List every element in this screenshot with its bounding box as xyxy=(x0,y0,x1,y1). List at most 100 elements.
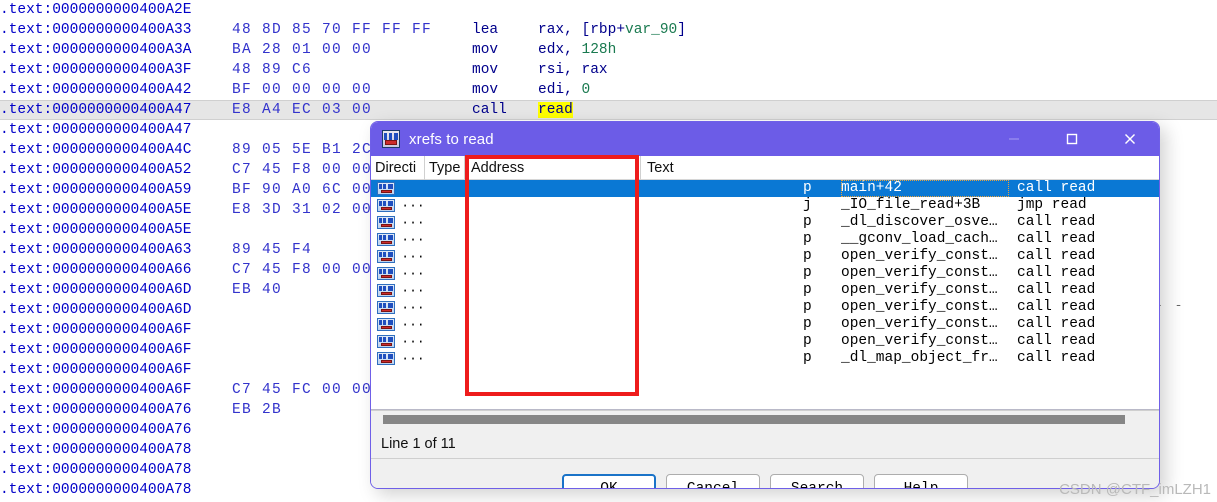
table-row[interactable]: ··· p _dl_discover_osve… call read xyxy=(371,214,1159,231)
disasm-bytes: BF 90 A0 6C 00 xyxy=(232,182,373,198)
disasm-bytes: E8 A4 EC 03 00 xyxy=(232,102,373,118)
cell-type: p xyxy=(803,282,812,298)
disassembly-line[interactable]: .text:0000000000400A47 E8 A4 EC 03 00 call… xyxy=(0,100,1217,120)
cell-type: p xyxy=(803,299,812,315)
disasm-bytes: E8 3D 31 02 00 xyxy=(232,202,373,218)
column-header-address[interactable]: Address xyxy=(467,156,641,180)
disasm-address: .text:0000000000400A63 xyxy=(0,242,192,258)
table-row[interactable]: ··· p open_verify_const… call read xyxy=(371,282,1159,299)
xref-row-icon xyxy=(377,250,395,263)
disasm-mnemonic: lea xyxy=(472,22,499,38)
disasm-address: .text:0000000000400A42 xyxy=(0,82,192,98)
table-row[interactable]: ··· p open_verify_const… call read xyxy=(371,333,1159,350)
disasm-address: .text:0000000000400A78 xyxy=(0,442,192,458)
cell-address: open_verify_const… xyxy=(841,299,998,315)
disasm-address: .text:0000000000400A66 xyxy=(0,262,192,278)
maximize-icon[interactable] xyxy=(1043,122,1101,156)
table-row[interactable]: ··· p open_verify_const… call read xyxy=(371,265,1159,282)
xref-row-icon xyxy=(377,318,395,331)
table-body[interactable]: p main+42 call read ··· j _IO_file_read+3B jmp… xyxy=(371,180,1159,367)
disasm-address: .text:0000000000400A76 xyxy=(0,402,192,418)
cell-type: p xyxy=(803,350,812,366)
ok-button[interactable]: OK xyxy=(562,474,656,488)
disasm-bytes: 48 89 C6 xyxy=(232,62,313,78)
help-button[interactable]: Help xyxy=(874,474,968,488)
xref-row-icon xyxy=(377,335,395,348)
table-row[interactable]: ··· p open_verify_const… call read xyxy=(371,316,1159,333)
watermark: CSDN @CTF_imLZH1 xyxy=(1059,481,1211,498)
table-row[interactable]: ··· p open_verify_const… call read xyxy=(371,299,1159,316)
cancel-button[interactable]: Cancel xyxy=(666,474,760,488)
dialog-title: xrefs to read xyxy=(409,130,494,148)
cell-direction: ··· xyxy=(401,198,425,213)
cell-address: __gconv_load_cach… xyxy=(841,231,998,247)
disassembly-line[interactable]: .text:0000000000400A3A BA 28 01 00 00 mov e… xyxy=(0,40,1217,60)
horizontal-scrollbar[interactable] xyxy=(371,410,1159,430)
column-header-type[interactable]: Type xyxy=(425,156,465,180)
disassembly-line[interactable]: .text:0000000000400A2E xyxy=(0,0,1217,20)
disasm-address: .text:0000000000400A6D xyxy=(0,302,192,318)
dialog-button-bar: OK Cancel Search Help xyxy=(371,459,1159,488)
cell-address: _dl_map_object_fr… xyxy=(841,350,998,366)
cell-address: main+42 xyxy=(841,180,1009,197)
table-row[interactable]: ··· p __gconv_load_cach… call read xyxy=(371,231,1159,248)
search-button[interactable]: Search xyxy=(770,474,864,488)
highlighted-symbol[interactable]: read xyxy=(538,102,573,118)
minimize-icon[interactable] xyxy=(985,122,1043,156)
disasm-bytes: EB 2B xyxy=(232,402,283,418)
cell-text: call read xyxy=(1017,299,1096,315)
cell-direction: ··· xyxy=(401,317,425,332)
disasm-address: .text:0000000000400A5E xyxy=(0,222,192,238)
cell-address: _IO_file_read+3B xyxy=(841,197,981,213)
table-row[interactable]: ··· p _dl_map_object_fr… call read xyxy=(371,350,1159,367)
disassembly-line[interactable]: .text:0000000000400A3F 48 89 C6 mov rsi, ra… xyxy=(0,60,1217,80)
disasm-address: .text:0000000000400A76 xyxy=(0,422,192,438)
cell-type: j xyxy=(803,197,812,213)
disasm-operands: edi, 0 xyxy=(538,82,591,98)
cell-direction: ··· xyxy=(401,300,425,315)
xrefs-dialog[interactable]: xrefs to read Directi Type Address Text xyxy=(370,121,1160,489)
table-header-row: Directi Type Address Text xyxy=(371,156,1159,180)
scrollbar-thumb[interactable] xyxy=(383,415,1125,424)
disasm-address: .text:0000000000400A6F xyxy=(0,382,192,398)
disassembly-line[interactable]: .text:0000000000400A42 BF 00 00 00 00 mov e… xyxy=(0,80,1217,100)
disasm-address: .text:0000000000400A6F xyxy=(0,362,192,378)
cell-text: call read xyxy=(1017,265,1096,281)
cell-address: open_verify_const… xyxy=(841,248,998,264)
disasm-operands: edx, 128h xyxy=(538,42,617,58)
disasm-address: .text:0000000000400A47 xyxy=(0,122,192,138)
disasm-mnemonic: mov xyxy=(472,82,499,98)
table-row[interactable]: p main+42 call read xyxy=(371,180,1159,197)
disasm-mnemonic: mov xyxy=(472,42,499,58)
disasm-address: .text:0000000000400A3F xyxy=(0,62,192,78)
disasm-address: .text:0000000000400A52 xyxy=(0,162,192,178)
disasm-address: .text:0000000000400A6D xyxy=(0,282,192,298)
cell-text: call read xyxy=(1017,282,1096,298)
cell-address: _dl_discover_osve… xyxy=(841,214,998,230)
cell-direction: ··· xyxy=(401,266,425,281)
cell-direction: ··· xyxy=(401,215,425,230)
disassembly-line[interactable]: .text:0000000000400A33 48 8D 85 70 FF FF … xyxy=(0,20,1217,40)
disasm-mnemonic: call xyxy=(472,102,507,118)
xref-row-icon xyxy=(377,301,395,314)
disasm-bytes: BF 00 00 00 00 xyxy=(232,82,373,98)
cell-type: p xyxy=(803,180,812,196)
dialog-titlebar[interactable]: xrefs to read xyxy=(371,122,1159,156)
disasm-bytes: BA 28 01 00 00 xyxy=(232,42,373,58)
xref-row-icon xyxy=(377,199,395,212)
disasm-address: .text:0000000000400A59 xyxy=(0,182,192,198)
close-icon[interactable] xyxy=(1101,122,1159,156)
cell-text: call read xyxy=(1017,214,1096,230)
xref-row-icon xyxy=(377,267,395,280)
column-header-text[interactable]: Text xyxy=(643,156,1143,180)
column-header-direction[interactable]: Directi xyxy=(371,156,425,180)
table-row[interactable]: ··· j _IO_file_read+3B jmp read xyxy=(371,197,1159,214)
cell-address: open_verify_const… xyxy=(841,265,998,281)
disasm-address: .text:0000000000400A2E xyxy=(0,2,192,18)
disasm-immediate: 128h xyxy=(581,42,617,58)
table-row[interactable]: ··· p open_verify_const… call read xyxy=(371,248,1159,265)
status-line: Line 1 of 11 xyxy=(371,430,1159,459)
xrefs-table[interactable]: Directi Type Address Text p main+42 call r… xyxy=(371,156,1159,410)
xref-row-icon xyxy=(377,233,395,246)
cell-direction: ··· xyxy=(401,351,425,366)
